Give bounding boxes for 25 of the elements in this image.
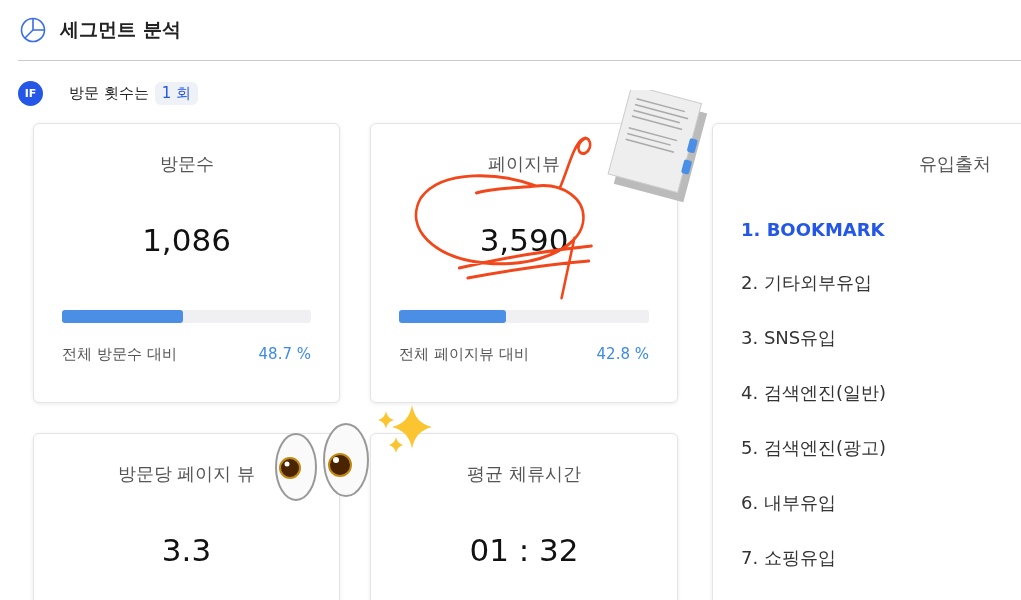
condition-value: 1 회 <box>154 81 199 105</box>
source-item[interactable]: 7. 쇼핑유입 <box>741 546 1021 570</box>
metric-value: 3,590 <box>479 222 569 258</box>
sources-title: 유입출처 <box>919 152 991 176</box>
source-item[interactable]: 2. 기타외부유입 <box>741 271 1021 295</box>
pie-chart-icon <box>20 17 46 43</box>
metric-caption: 전체 페이지뷰 대비 <box>399 345 529 364</box>
metric-title: 평균 체류시간 <box>467 462 581 486</box>
metric-value: 1,086 <box>142 222 231 258</box>
source-item[interactable]: 5. 검색엔진(광고) <box>741 436 1021 460</box>
metric-caption: 전체 방문수 대비 <box>62 345 177 364</box>
source-item[interactable]: 3. SNS유입 <box>741 326 1021 350</box>
metric-title: 방문수 <box>159 152 214 176</box>
source-item[interactable]: 1. BOOKMARK <box>741 219 1021 240</box>
if-badge: IF <box>18 80 43 106</box>
metric-title: 페이지뷰 <box>488 152 560 176</box>
metric-percent: 42.8 % <box>596 345 649 364</box>
condition-label: 방문 횟수는 <box>69 83 149 103</box>
metric-value: 3.3 <box>161 532 212 568</box>
source-item[interactable]: 4. 검색엔진(일반) <box>741 381 1021 405</box>
page-title: 세그먼트 분석 <box>60 17 181 42</box>
metric-title: 방문당 페이지 뷰 <box>117 462 256 486</box>
metric-percent: 48.7 % <box>258 345 311 364</box>
metric-value: 01 : 32 <box>469 532 579 568</box>
source-item[interactable]: 6. 내부유입 <box>741 491 1021 515</box>
